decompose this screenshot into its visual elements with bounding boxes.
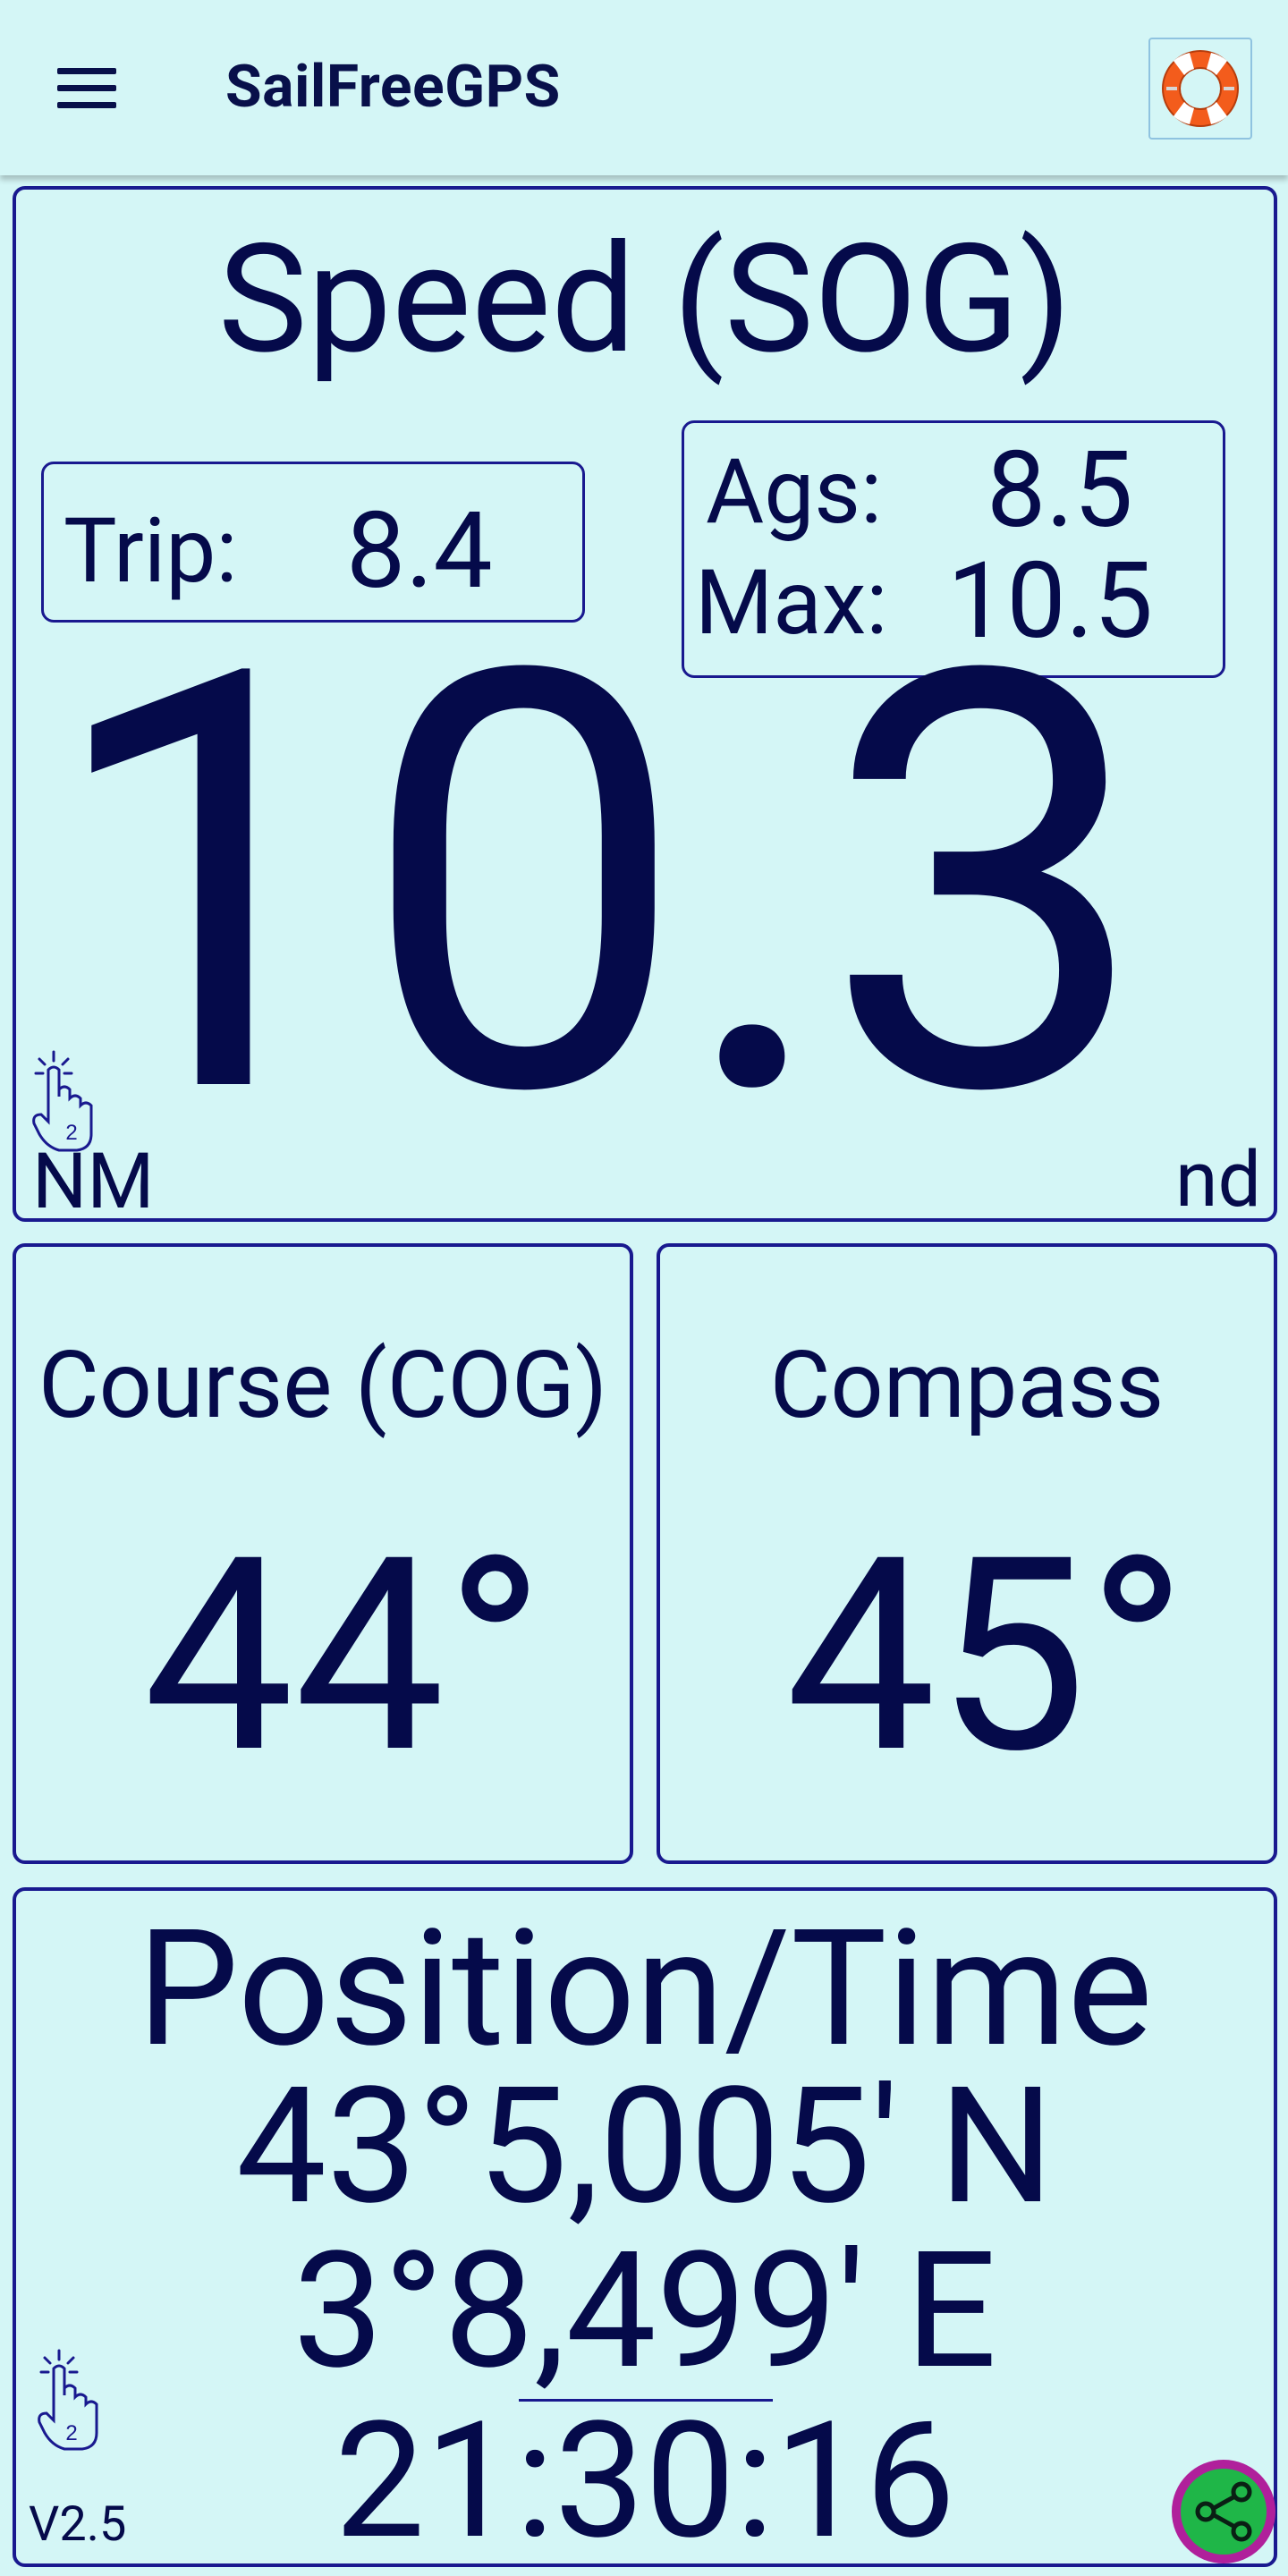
double-tap-icon[interactable]: 2 (32, 2347, 107, 2454)
course-panel[interactable]: Course (COG) 44° (13, 1243, 633, 1864)
tap-count: 2 (65, 2421, 77, 2445)
app-title: SailFreeGPS (225, 53, 561, 122)
trip-unit: NM (32, 1136, 155, 1226)
share-button[interactable] (1168, 2456, 1279, 2567)
hamburger-menu-icon[interactable] (43, 52, 132, 123)
version-label: V2.5 (29, 2496, 127, 2553)
course-value: 44° (143, 1500, 546, 1814)
help-button[interactable] (1148, 38, 1252, 140)
compass-value: 45° (785, 1500, 1188, 1814)
app-bar: SailFreeGPS (0, 0, 1288, 175)
share-icon (1172, 2460, 1275, 2563)
compass-title: Compass (769, 1332, 1165, 1440)
longitude-value: 3°8,499' E (292, 2216, 997, 2405)
latitude-value: 43°5,005' N (235, 2052, 1055, 2241)
time-value: 21:30:16 (334, 2386, 956, 2575)
speed-unit: nd (1175, 1134, 1261, 1224)
avg-label: Ags: (706, 440, 883, 545)
position-title: Position/Time (137, 1894, 1153, 2083)
compass-panel[interactable]: Compass 45° (657, 1243, 1277, 1864)
avg-value: 8.5 (987, 428, 1133, 552)
lifebuoy-icon (1162, 50, 1239, 127)
speed-panel[interactable]: Speed (SOG) Trip: 8.4 Ags: 8.5 Max: 10.5… (13, 186, 1277, 1222)
position-panel[interactable]: Position/Time 43°5,005' N 3°8,499' E 21:… (13, 1887, 1277, 2567)
speed-value: 10.3 (43, 545, 1149, 1226)
course-title: Course (COG) (38, 1332, 608, 1440)
speed-title: Speed (SOG) (217, 212, 1072, 388)
